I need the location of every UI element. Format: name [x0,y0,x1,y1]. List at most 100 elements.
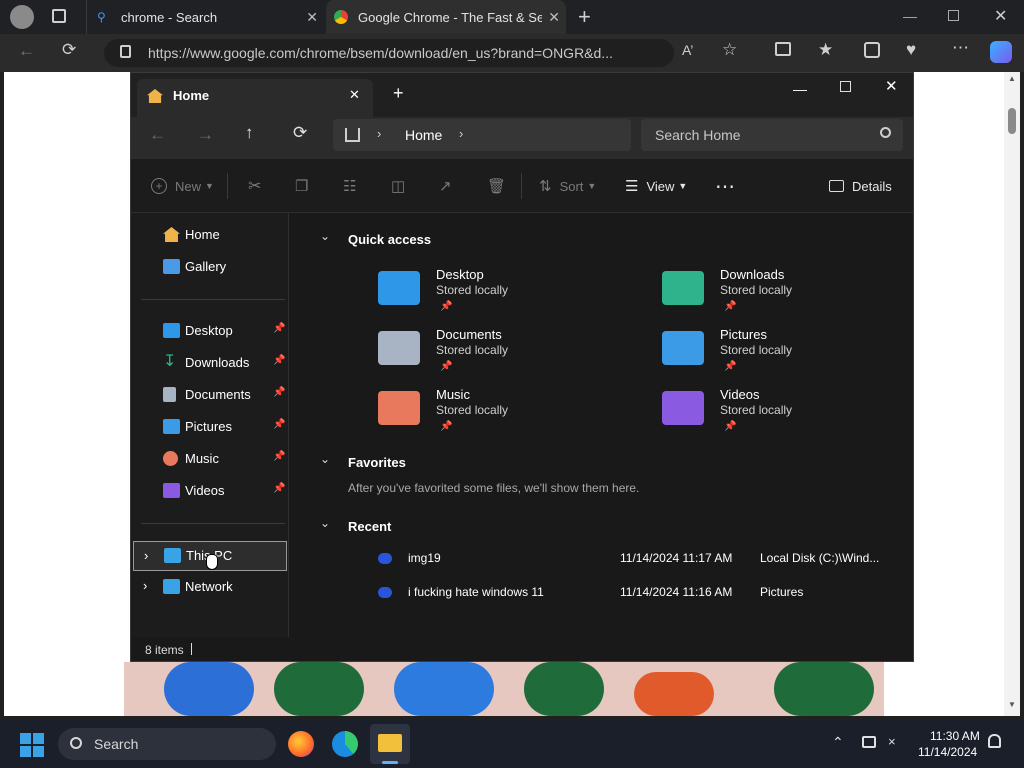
videos-folder-icon [662,391,704,425]
close-tab-icon[interactable]: ✕ [306,9,318,26]
sidebar-item-music[interactable]: Music 📌 [131,445,289,473]
sidebar-item-pictures[interactable]: Pictures 📌 [131,413,289,441]
forward-icon[interactable]: → [197,125,214,145]
quick-access-item-pictures[interactable]: Pictures Stored locally 📌 [662,327,932,383]
address-bar[interactable]: https://www.google.com/chrome/bsem/downl… [104,39,674,67]
sidebar-item-downloads[interactable]: ↧ Downloads 📌 [131,349,289,377]
minimize-browser-icon[interactable]: — [903,8,917,24]
chevron-up-icon[interactable]: ⌃ [832,734,844,751]
collapse-quick-access-icon[interactable]: ⌄ [320,229,330,243]
tab-actions-icon[interactable] [52,9,66,23]
notifications-bell-icon[interactable] [988,734,1001,748]
close-icon[interactable]: ✕ [885,77,898,95]
read-aloud-icon[interactable]: A’ [682,42,693,58]
start-button[interactable] [20,733,44,757]
chevron-right-icon: › [144,548,149,563]
sidebar-item-network[interactable]: › Network [131,573,289,601]
minimize-icon[interactable]: — [793,81,807,97]
chevron-down-icon: ▼ [587,181,597,191]
downloads-folder-icon: ↧ [163,353,177,370]
explorer-tab-home[interactable]: Home ✕ [137,79,373,117]
sidebar-item-documents[interactable]: Documents 📌 [131,381,289,409]
favorites-heading[interactable]: Favorites [348,455,406,470]
page-scrollbar[interactable]: ▲ ▼ [1004,72,1020,716]
network-status-icon[interactable] [862,736,876,748]
edge-icon[interactable] [332,731,358,757]
delete-icon[interactable]: 🗑 [487,159,506,213]
collections-icon[interactable] [864,42,880,58]
toolbar-divider [227,173,228,199]
sort-button[interactable]: ⇅ Sort ▼ [539,159,596,213]
recent-heading[interactable]: Recent [348,519,391,534]
quick-access-item-documents[interactable]: Documents Stored locally 📌 [378,327,648,383]
pin-icon: 📌 [724,301,737,312]
pin-icon: 📌 [273,323,286,334]
split-screen-icon[interactable] [775,42,791,56]
quick-access-item-downloads[interactable]: Downloads Stored locally 📌 [662,267,932,323]
details-button[interactable]: Details [829,159,892,213]
refresh-icon[interactable]: ⟳ [62,40,76,60]
performance-icon[interactable]: ♥ [906,40,916,60]
firefox-icon[interactable] [288,731,314,757]
back-icon[interactable]: ← [18,41,35,61]
share-icon[interactable]: ↗ [439,159,452,213]
file-explorer-taskbar-button[interactable] [370,724,410,764]
sidebar-item-gallery[interactable]: Gallery [131,253,289,281]
more-options-icon[interactable]: ⋯ [715,159,735,213]
paste-icon[interactable]: ☷ [343,159,356,213]
close-tab-icon[interactable]: ✕ [349,87,360,103]
taskbar-date[interactable]: 11/14/2024 [918,745,977,759]
volume-muted-icon[interactable]: × [888,734,896,749]
taskbar-search[interactable]: Search [58,728,276,760]
pin-icon: 📌 [273,419,286,430]
search-icon [70,737,82,749]
refresh-icon[interactable]: ⟳ [293,123,307,143]
copilot-icon[interactable] [990,41,1012,63]
network-icon [163,579,180,594]
sidebar-divider [141,523,285,524]
recent-row[interactable]: i fucking hate windows 11 11/14/2024 11:… [290,581,913,605]
scroll-down-arrow-icon[interactable]: ▼ [1008,700,1016,709]
rename-icon[interactable]: ◫ [391,159,405,213]
back-icon[interactable]: ← [149,125,166,145]
sidebar-item-home[interactable]: Home [131,221,289,249]
documents-folder-icon [163,387,176,402]
this-pc-icon [164,548,181,563]
recent-file-name: img19 [408,551,441,565]
new-button[interactable]: + New ▼ [151,159,214,213]
collapse-recent-icon[interactable]: ⌄ [320,516,330,530]
sidebar-item-this-pc[interactable]: › This PC [133,541,287,571]
quick-access-item-desktop[interactable]: Desktop Stored locally 📌 [378,267,648,323]
scroll-up-arrow-icon[interactable]: ▲ [1008,74,1016,83]
browser-toolbar: ← ⟳ https://www.google.com/chrome/bsem/d… [0,34,1024,72]
maximize-icon[interactable] [840,81,851,92]
collapse-favorites-icon[interactable]: ⌄ [320,452,330,466]
browser-tab-search[interactable]: ⚲ chrome - Search ✕ [86,0,324,34]
close-tab-icon[interactable]: ✕ [548,9,560,26]
sidebar-item-desktop[interactable]: Desktop 📌 [131,317,289,345]
scrollbar-thumb[interactable] [1008,108,1016,134]
breadcrumb-home[interactable]: Home [405,127,442,143]
quick-access-heading[interactable]: Quick access [348,232,431,247]
recent-row[interactable]: img19 11/14/2024 11:17 AM Local Disk (C:… [290,547,913,571]
view-button[interactable]: ☰ View ▼ [625,159,687,213]
cut-icon[interactable]: ✂ [248,159,261,213]
new-tab-button[interactable]: + [578,4,591,30]
taskbar-time[interactable]: 11:30 AM [930,729,980,743]
favorite-star-icon[interactable]: ☆ [722,40,737,60]
browser-tab-chrome[interactable]: Google Chrome - The Fast & Sec ✕ [326,0,566,34]
new-tab-button[interactable]: + [393,83,404,104]
quick-access-item-videos[interactable]: Videos Stored locally 📌 [662,387,932,443]
up-icon[interactable]: ↑ [245,123,254,143]
close-browser-icon[interactable]: ✕ [994,6,1007,26]
breadcrumb[interactable]: › Home › [333,119,631,151]
copy-icon[interactable]: ❐ [295,159,308,213]
more-menu-icon[interactable]: ⋯ [952,38,969,58]
restore-browser-icon[interactable] [948,10,959,21]
quick-access-item-music[interactable]: Music Stored locally 📌 [378,387,648,443]
content-area: ⌄ Quick access Desktop Stored locally 📌 … [290,213,913,637]
sidebar-item-videos[interactable]: Videos 📌 [131,477,289,505]
search-input[interactable]: Search Home [641,119,903,151]
favorites-icon[interactable]: ★ [818,40,833,60]
profile-avatar[interactable] [10,5,34,29]
